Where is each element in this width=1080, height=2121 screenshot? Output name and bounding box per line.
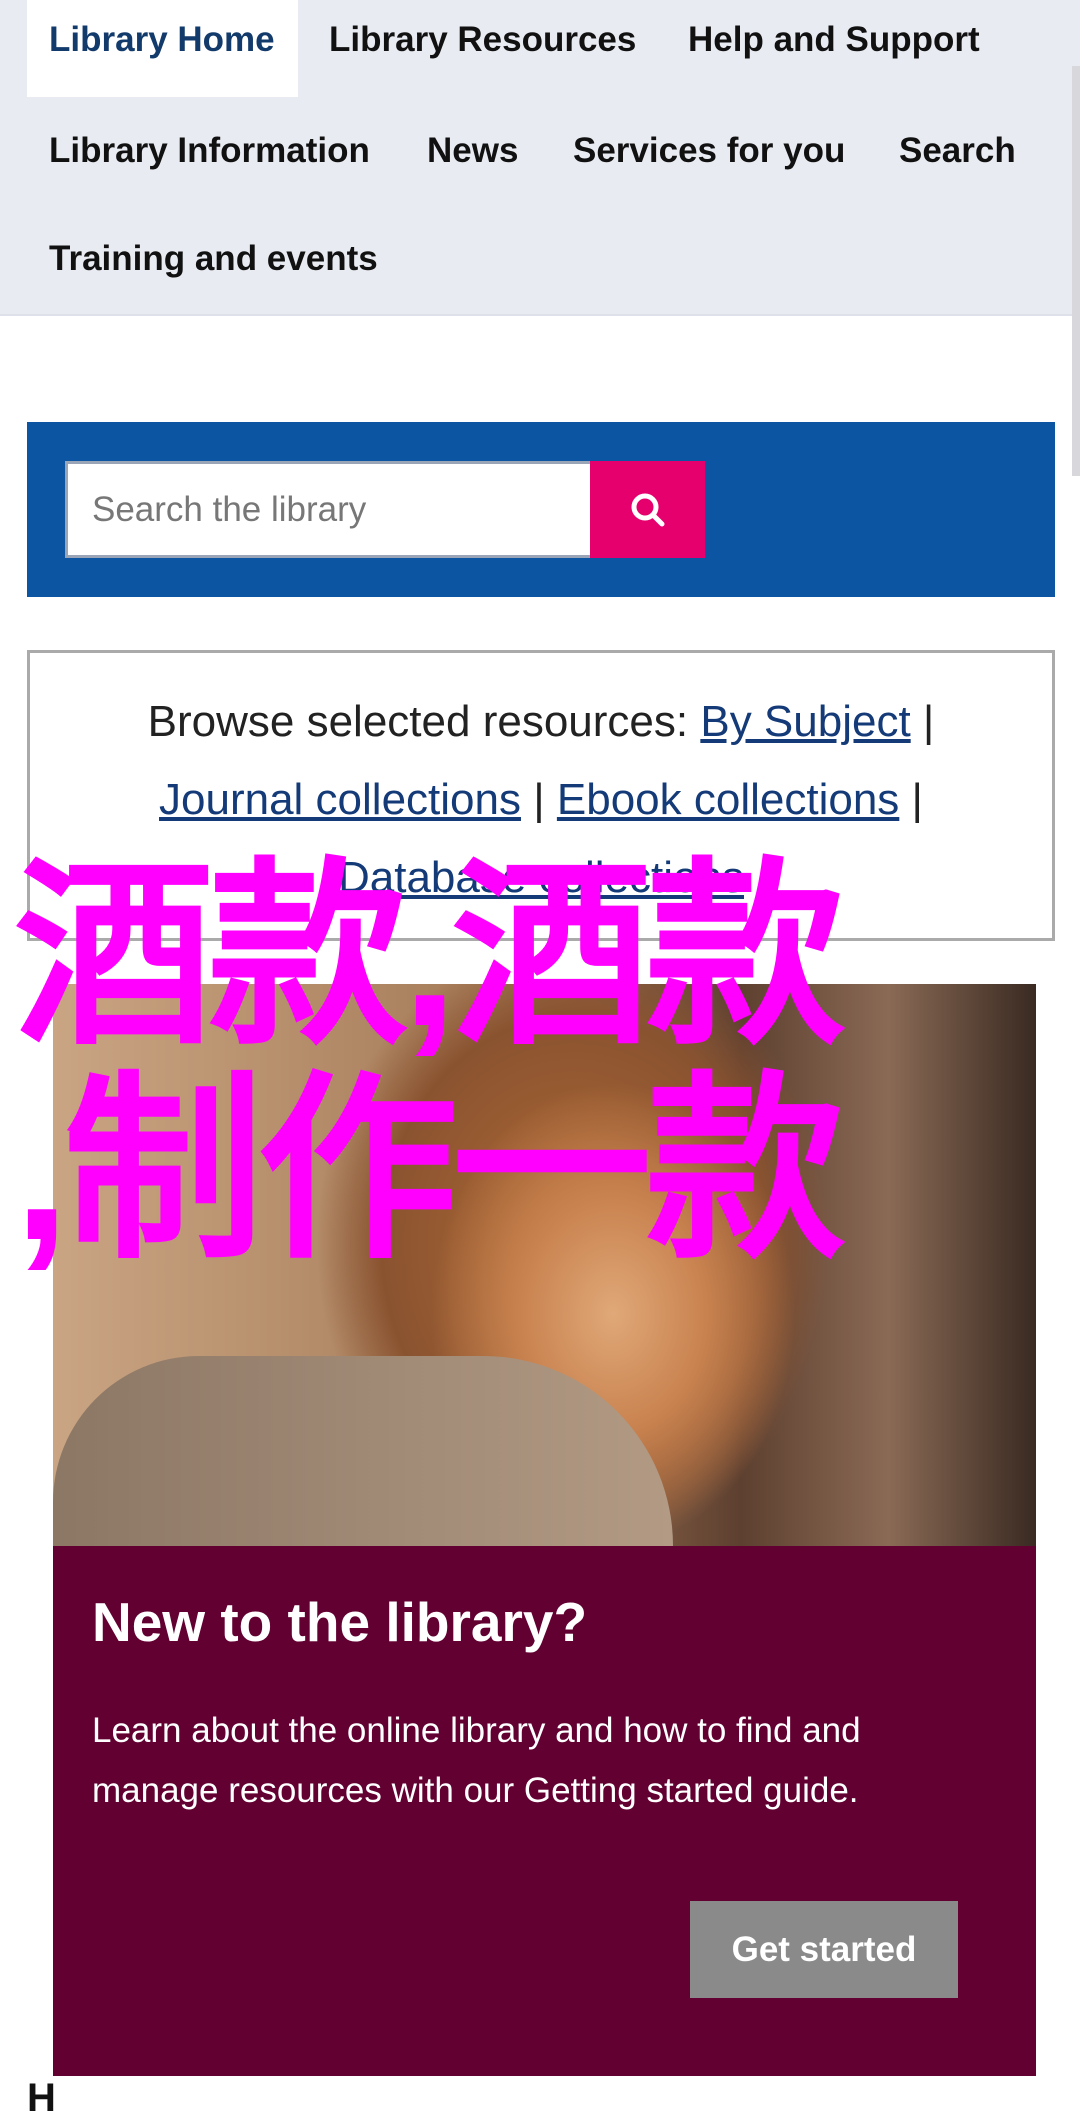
nav-news[interactable]: News <box>427 131 518 171</box>
separator: | <box>533 775 545 824</box>
search-input[interactable] <box>65 461 590 558</box>
nav-library-resources[interactable]: Library Resources <box>329 20 636 60</box>
link-by-subject[interactable]: By Subject <box>700 697 910 746</box>
browse-resources-box: Browse selected resources: By Subject | … <box>27 650 1055 941</box>
photo-detail <box>53 1356 673 1546</box>
main-nav: Library Home Library Resources Help and … <box>0 0 1080 316</box>
nav-help-support[interactable]: Help and Support <box>688 20 980 60</box>
nav-library-information[interactable]: Library Information <box>49 131 370 171</box>
link-database-collections[interactable]: Database collections <box>338 853 744 902</box>
search-icon <box>631 493 664 526</box>
separator: | <box>922 697 935 746</box>
nav-training-events[interactable]: Training and events <box>49 239 378 279</box>
promo-body: Learn about the online library and how t… <box>92 1711 861 1810</box>
next-section-heading: H <box>27 2076 56 2120</box>
browse-prefix: Browse selected resources: <box>147 697 689 746</box>
new-to-library-card: New to the library? Learn about the onli… <box>53 1546 1036 2076</box>
nav-library-home[interactable]: Library Home <box>27 0 298 97</box>
link-ebook-collections[interactable]: Ebook collections <box>557 775 899 824</box>
hero-photo <box>53 984 1036 1546</box>
search-band <box>27 422 1055 597</box>
search-button[interactable] <box>590 461 705 558</box>
nav-search[interactable]: Search <box>899 131 1016 171</box>
separator: | <box>911 775 923 824</box>
nav-services[interactable]: Services for you <box>573 131 845 171</box>
scrollbar[interactable] <box>1072 66 1080 476</box>
link-journal-collections[interactable]: Journal collections <box>159 775 521 824</box>
promo-title: New to the library? <box>92 1591 588 1653</box>
get-started-button[interactable]: Get started <box>690 1901 958 1998</box>
